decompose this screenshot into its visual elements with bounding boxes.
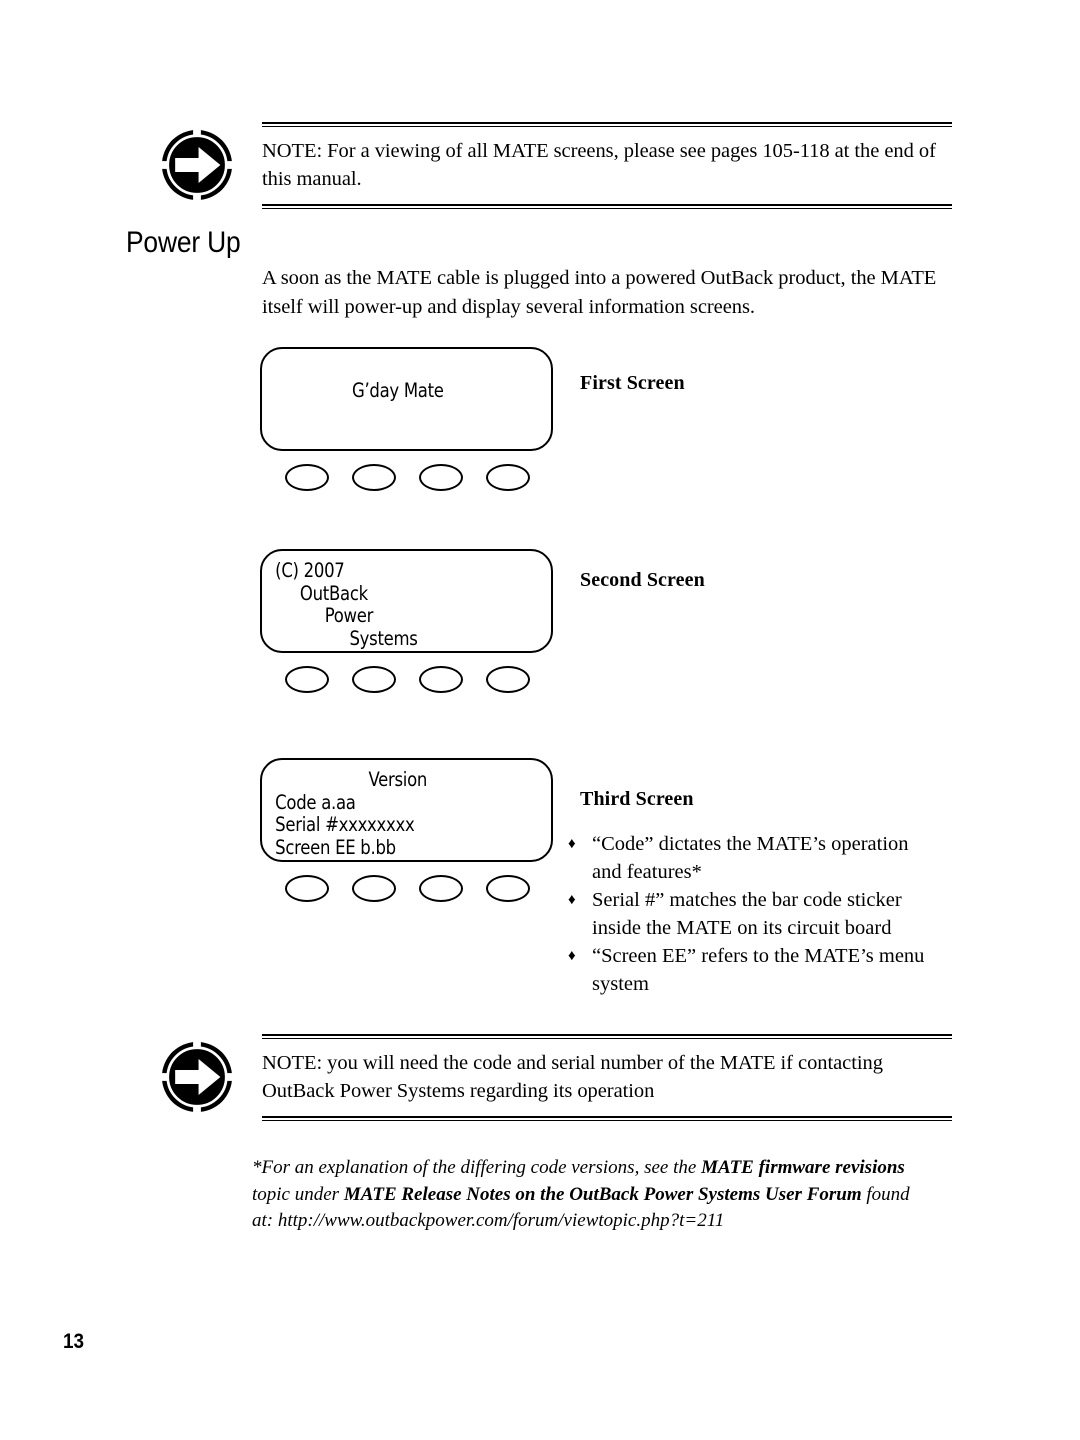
page-number: 13 xyxy=(63,1330,85,1353)
footnote-part-2: topic under xyxy=(252,1183,344,1205)
lcd-line: Power xyxy=(275,604,374,627)
diamond-bullet-icon: ♦ xyxy=(568,948,576,964)
lcd-line: Code a.aa xyxy=(275,790,356,814)
diamond-bullet-icon: ♦ xyxy=(568,836,576,852)
lcd-line: Version xyxy=(368,768,428,791)
mate-button-1[interactable] xyxy=(285,875,329,902)
arrow-right-circle-icon xyxy=(158,126,236,204)
mate-button-4[interactable] xyxy=(486,666,530,693)
footnote-bold-1: MATE firmware revisions xyxy=(701,1157,905,1178)
mate-button-2[interactable] xyxy=(352,875,396,902)
mate-button-4[interactable] xyxy=(486,464,530,491)
note-block-top: NOTE: For a viewing of all MATE screens,… xyxy=(158,122,952,209)
mate-lcd-text-1: G’day Mate xyxy=(262,349,534,449)
list-item: ♦ “Screen EE” refers to the MATE’s menu … xyxy=(568,942,940,998)
list-item-text: Serial #” matches the bar code sticker i… xyxy=(592,889,902,939)
mate-button-3[interactable] xyxy=(419,875,463,902)
note-rule-top xyxy=(262,1034,952,1039)
note-rule-bottom xyxy=(262,1116,952,1121)
mate-button-2[interactable] xyxy=(352,666,396,693)
note-body-bottom: NOTE: you will need the code and serial … xyxy=(262,1034,952,1121)
note-rule-bottom xyxy=(262,204,952,209)
page-title: Power Up xyxy=(126,226,241,259)
note-block-bottom: NOTE: you will need the code and serial … xyxy=(158,1034,952,1121)
mate-button-1[interactable] xyxy=(285,464,329,491)
lcd-line: Serial #xxxxxxxx xyxy=(275,813,415,836)
lcd-line: OutBack xyxy=(275,581,368,605)
mate-lcd-text-2: (C) 2007 OutBack Power Systems xyxy=(262,551,534,651)
mate-lcd-3: Version Code a.aa Serial #xxxxxxxx Scree… xyxy=(260,758,553,862)
screen-label-first: First Screen xyxy=(580,372,685,394)
lcd-line: Systems xyxy=(275,626,418,650)
mate-button-2[interactable] xyxy=(352,464,396,491)
manual-page: NOTE: For a viewing of all MATE screens,… xyxy=(0,0,1080,1440)
screen-label-second: Second Screen xyxy=(580,569,705,591)
lcd-line: (C) 2007 xyxy=(275,559,345,582)
third-screen-bullet-list: ♦ “Code” dictates the MATE’s operation a… xyxy=(568,830,940,998)
mate-button-3[interactable] xyxy=(419,464,463,491)
mate-lcd-2: (C) 2007 OutBack Power Systems xyxy=(260,549,553,653)
footnote: *For an explanation of the differing cod… xyxy=(252,1155,927,1235)
mate-button-row-2 xyxy=(260,660,553,700)
mate-button-1[interactable] xyxy=(285,666,329,693)
mate-screen-graphic-1: G’day Mate xyxy=(260,347,553,498)
mate-lcd-1: G’day Mate xyxy=(260,347,553,451)
diamond-bullet-icon: ♦ xyxy=(568,892,576,908)
lcd-line: G’day Mate xyxy=(351,379,444,402)
lcd-line: Screen EE b.bb xyxy=(275,835,396,859)
intro-paragraph: A soon as the MATE cable is plugged into… xyxy=(262,267,937,318)
mate-button-4[interactable] xyxy=(486,875,530,902)
list-item-text: “Screen EE” refers to the MATE’s menu sy… xyxy=(592,945,925,995)
mate-screen-graphic-3: Version Code a.aa Serial #xxxxxxxx Scree… xyxy=(260,758,553,909)
list-item-text: “Code” dictates the MATE’s operation and… xyxy=(592,833,909,883)
screen-label-third: Third Screen xyxy=(580,788,694,810)
mate-button-3[interactable] xyxy=(419,666,463,693)
mate-button-row-1 xyxy=(260,458,553,498)
mate-lcd-text-3: Version Code a.aa Serial #xxxxxxxx Scree… xyxy=(262,760,534,860)
mate-button-row-3 xyxy=(260,869,553,909)
footnote-bold-2: MATE Release Notes on the OutBack Power … xyxy=(343,1183,862,1205)
footnote-part-1: *For an explanation of the differing cod… xyxy=(252,1157,702,1178)
note-body-top: NOTE: For a viewing of all MATE screens,… xyxy=(262,122,952,209)
list-item: ♦ Serial #” matches the bar code sticker… xyxy=(568,886,940,942)
list-item: ♦ “Code” dictates the MATE’s operation a… xyxy=(568,830,940,886)
mate-screen-graphic-2: (C) 2007 OutBack Power Systems xyxy=(260,549,553,700)
arrow-right-circle-icon xyxy=(158,1038,236,1116)
note-rule-top xyxy=(262,122,952,127)
note-text-bottom: NOTE: you will need the code and serial … xyxy=(262,1052,883,1102)
note-text-top: NOTE: For a viewing of all MATE screens,… xyxy=(262,140,936,190)
